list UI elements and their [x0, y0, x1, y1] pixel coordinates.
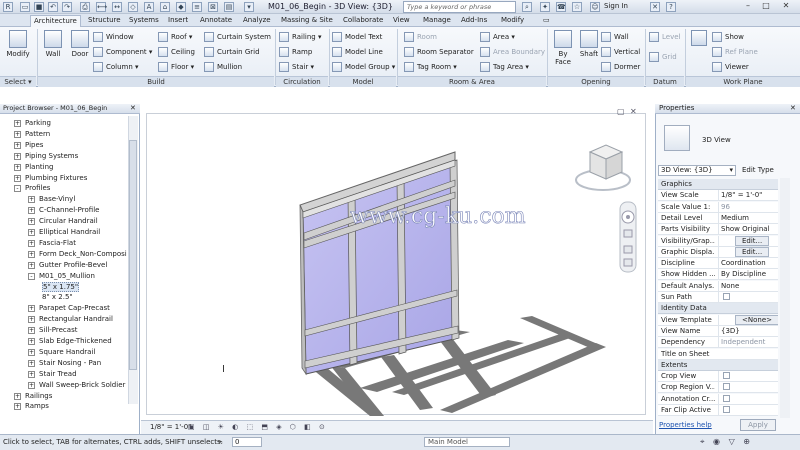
view-control-icons[interactable]: ▣ ◫ ☀ ◐ ⬚ ⬒ ◈ ⬡ ◧ ⊙ — [188, 423, 328, 431]
edit-type-button[interactable]: Edit Type — [742, 166, 774, 174]
property-name: Graphic Displa... — [661, 247, 715, 256]
property-value[interactable]: 96 — [718, 201, 778, 212]
property-name: Default Analys... — [661, 281, 715, 290]
property-row: Crop View — [658, 371, 778, 383]
property-name: Visibility/Grap... — [661, 236, 715, 245]
property-row: Title on Sheet — [658, 348, 778, 360]
worksets-icon[interactable]: ⌁ — [218, 437, 223, 446]
property-value[interactable]: Show Original — [718, 224, 778, 235]
apply-button[interactable]: Apply — [740, 419, 776, 431]
property-name: Sun Path — [661, 293, 692, 301]
property-row: Sun Path — [658, 292, 778, 303]
property-name: Title on Sheet — [661, 349, 710, 358]
property-checkbox[interactable] — [723, 293, 730, 300]
property-row: Discipline Coordination — [658, 258, 778, 270]
property-row: Far Clip Active — [658, 405, 778, 416]
property-value — [718, 382, 778, 393]
properties-help-link[interactable]: Properties help — [659, 421, 712, 429]
property-category[interactable]: Identity Data — [658, 303, 778, 315]
curtain-wall[interactable] — [299, 151, 460, 376]
property-name: View Scale — [661, 191, 699, 200]
property-row: Detail Level Medium — [658, 212, 778, 224]
property-name: Show Hidden ... — [661, 270, 715, 279]
view-cube[interactable] — [575, 144, 631, 191]
property-row: Crop Region V... — [658, 382, 778, 394]
property-row: Parts Visibility Show Original — [658, 224, 778, 236]
property-name: Scale Value 1: — [661, 202, 711, 211]
property-name: Crop Region V... — [661, 383, 715, 392]
property-value[interactable]: 1/8" = 1'-0" — [718, 190, 778, 201]
type-name: 3D View — [702, 136, 731, 144]
property-checkbox[interactable] — [723, 406, 730, 413]
property-edit-button[interactable]: Edit... — [735, 246, 770, 257]
property-checkbox[interactable] — [723, 383, 730, 391]
property-name: Crop View — [661, 372, 697, 381]
property-checkbox[interactable] — [723, 394, 730, 402]
property-value: Edit... — [718, 235, 778, 246]
watermark: www.cg-ku.com — [350, 204, 526, 230]
property-row: Annotation Cr... — [658, 393, 778, 405]
property-row: Visibility/Grap... Edit... — [658, 235, 778, 247]
properties-close-icon[interactable]: ✕ — [790, 104, 796, 112]
property-value — [718, 371, 778, 382]
property-name: Far Clip Active — [661, 406, 711, 414]
property-row: Graphic Displa... Edit... — [658, 246, 778, 258]
property-value: <None> — [718, 314, 778, 325]
property-name: Detail Level — [661, 213, 703, 222]
property-row: Scale Value 1: 96 — [658, 201, 778, 213]
property-name: View Name — [661, 326, 701, 335]
text-cursor-icon: I — [222, 364, 225, 375]
main-model-dropdown[interactable]: Main Model — [424, 437, 510, 447]
properties-scrollbar[interactable] — [780, 178, 790, 418]
3d-view-type-icon — [664, 125, 690, 151]
property-row: View Scale 1/8" = 1'-0" — [658, 190, 778, 202]
property-edit-button[interactable]: Edit... — [735, 235, 770, 246]
property-name: View Template — [661, 315, 712, 324]
property-row: Dependency Independent — [658, 337, 778, 349]
property-edit-button[interactable]: <None> — [735, 314, 778, 325]
property-value — [718, 292, 778, 302]
properties-title: Properties — [655, 104, 800, 114]
property-value[interactable]: By Discipline — [718, 269, 778, 280]
property-value — [718, 393, 778, 404]
property-row: Show Hidden ... By Discipline — [658, 269, 778, 281]
property-name: Discipline — [661, 259, 695, 268]
property-row: View Template <None> — [658, 314, 778, 326]
property-value[interactable]: Independent — [718, 337, 778, 348]
property-value[interactable]: None — [718, 280, 778, 291]
view-scale-button[interactable]: 1/8" = 1'-0" — [150, 423, 191, 431]
property-category[interactable]: Extents — [658, 359, 778, 371]
property-name: Parts Visibility — [661, 225, 711, 234]
property-value[interactable]: Coordination — [718, 258, 778, 269]
property-value[interactable]: Medium — [718, 212, 778, 223]
property-name: Annotation Cr... — [661, 394, 715, 403]
navigation-bar[interactable] — [619, 201, 637, 273]
property-row: View Name {3D} — [658, 325, 778, 337]
status-text: Click to select, TAB for alternates, CTR… — [3, 438, 223, 446]
property-name: Dependency — [661, 338, 706, 347]
property-value[interactable]: {3D} — [718, 325, 778, 336]
instance-selector[interactable]: 3D View: {3D} ▾ — [658, 165, 736, 176]
property-row: Default Analys... None — [658, 280, 778, 292]
property-category[interactable]: Graphics — [658, 179, 778, 190]
property-value: Edit... — [718, 246, 778, 257]
property-checkbox[interactable] — [723, 372, 730, 380]
selection-filter-icons[interactable]: ⌖ ◉ ▽ ⊕ — [700, 437, 753, 447]
status-field[interactable]: 0 — [232, 437, 262, 447]
property-value — [718, 405, 778, 415]
